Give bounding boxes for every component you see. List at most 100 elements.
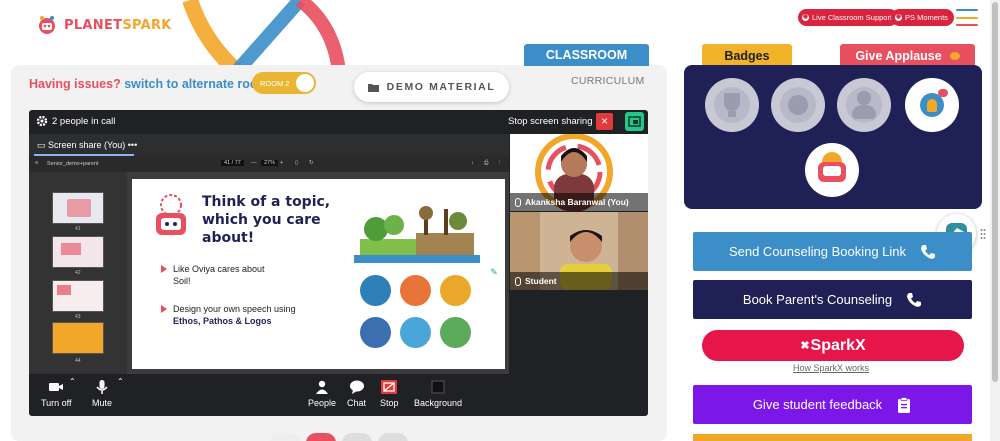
send-counseling-link-button[interactable]: Send Counseling Booking Link [693, 232, 972, 271]
topic-circle-icon [360, 275, 391, 306]
bottom-tool-button-active[interactable] [306, 433, 336, 441]
pdf-page-indicator: 41 / 77 [221, 160, 244, 166]
thumbnail-number: 41 [75, 226, 81, 232]
next-action-button[interactable] [693, 434, 972, 441]
tab-badges[interactable]: Badges [702, 44, 792, 72]
stop-sharing-label: Stop screen sharing [508, 116, 593, 127]
applause-label: Give Applause [855, 48, 942, 63]
screen-share-tab[interactable]: ▭ Screen share (You) ••• [29, 134, 509, 156]
bullet-1-text: Like Oviya cares about Soil! [173, 264, 265, 286]
topic-circle-icon [400, 275, 431, 306]
thumbnail-page[interactable] [52, 322, 104, 354]
background-icon [431, 380, 445, 394]
bullet-arrow-icon [161, 305, 167, 313]
stop-present-icon [381, 380, 398, 394]
slide-bullet-1: Like Oviya cares about Soil! [161, 263, 283, 287]
send-counseling-label: Send Counseling Booking Link [728, 244, 907, 259]
sparkx-logo-icon: ✖ [800, 340, 810, 352]
mic-icon [515, 197, 521, 207]
badge-thinker[interactable] [837, 78, 891, 132]
pdf-viewer: ≡ Senior_demo+parent 41 / 77 — 27% + ▯ ↻… [29, 156, 509, 374]
thumbnail-number: 44 [75, 358, 81, 364]
bottom-tool-button[interactable] [270, 433, 300, 441]
gear-icon[interactable] [36, 115, 48, 127]
tab-give-applause[interactable]: Give Applause [840, 44, 975, 67]
more-icon[interactable]: ••• [128, 140, 137, 150]
mic-options-chevron-icon[interactable]: ⌃ [117, 377, 124, 386]
stop-share-button[interactable]: Stop [380, 380, 399, 408]
badge-idea[interactable] [905, 78, 959, 132]
camera-toggle-button[interactable]: Turn off [41, 380, 72, 408]
phone-icon [921, 244, 936, 259]
people-button[interactable]: People [308, 380, 336, 408]
demo-material-label: DEMO MATERIAL [386, 81, 496, 93]
background-button[interactable]: Background [414, 380, 462, 408]
bullet-2-text: Design your own speech using [173, 304, 296, 314]
participant-tile-teacher[interactable]: Akanksha Baranwal (You) [510, 134, 648, 211]
thumbnail-page[interactable] [52, 236, 104, 268]
topic-circle-icon [440, 275, 471, 306]
thumbnail-page[interactable] [52, 192, 104, 224]
turn-off-label: Turn off [41, 398, 72, 408]
how-sparkx-works-link[interactable]: How SparkX works [793, 363, 869, 373]
mic-icon [515, 276, 521, 286]
thinker-badge-icon [846, 87, 882, 123]
screen-share-label: ▭ Screen share (You) ••• [37, 140, 137, 151]
share-screen-button[interactable] [625, 112, 644, 131]
tab-classroom[interactable]: CLASSROOM [524, 44, 649, 66]
viewer-side-icon[interactable]: ✎ [486, 264, 502, 280]
demo-material-button[interactable]: DEMO MATERIAL [354, 72, 509, 102]
sparkx-label: SparkX [810, 336, 866, 354]
pdf-menu-icon[interactable]: ≡ [35, 160, 38, 166]
robot-mascot-icon [156, 194, 186, 235]
chat-button[interactable]: Chat [347, 380, 366, 408]
pdf-print-icon[interactable]: ⎙ [484, 160, 488, 167]
pdf-download-icon[interactable]: ↓ [471, 160, 474, 166]
book-parent-counseling-button[interactable]: Book Parent's Counseling [693, 280, 972, 319]
room-toggle-label: ROOM 2 [260, 78, 290, 88]
badge-trophy[interactable] [705, 78, 759, 132]
slide-title: Think of a topic, which you care about! [202, 194, 331, 246]
participant-tile-student[interactable]: Student [510, 212, 648, 290]
issue-label: Having issues? [29, 77, 121, 91]
stop-sharing-close-button[interactable]: × [596, 113, 613, 130]
bottom-tool-button[interactable] [378, 433, 408, 441]
slide-bullet-2: Design your own speech using Ethos, Path… [161, 303, 313, 327]
room-toggle[interactable]: ROOM 2 [252, 72, 316, 94]
page-scrollbar[interactable] [990, 0, 1000, 441]
live-classroom-support-button[interactable]: ◉ Live Classroom Support [798, 9, 899, 26]
mute-button[interactable]: Mute [92, 380, 112, 408]
speaker-badge-icon [780, 87, 816, 123]
camera-options-chevron-icon[interactable]: ⌃ [69, 377, 76, 386]
drag-handle-icon[interactable] [980, 228, 986, 240]
badge-speaker[interactable] [771, 78, 825, 132]
pdf-rotate-icon[interactable]: ↻ [309, 160, 314, 166]
ps-moments-button[interactable]: ◉ PS Moments [891, 9, 954, 26]
robot-icon [39, 16, 55, 34]
pdf-fit-icon[interactable]: ▯ [295, 160, 298, 166]
sparkx-button[interactable]: ✖ SparkX [702, 330, 964, 361]
give-student-feedback-button[interactable]: Give student feedback [693, 385, 972, 424]
badge-robot[interactable] [805, 143, 859, 197]
topic-circle-icon [400, 317, 431, 348]
switch-room-link[interactable]: switch to alternate room [124, 77, 268, 91]
clipboard-icon [898, 396, 911, 413]
pdf-doc-name: Senior_demo+parent [47, 161, 99, 167]
folder-icon [367, 83, 379, 92]
planetspark-logo[interactable]: PLANETSPARK [36, 14, 172, 36]
scrollbar-thumb[interactable] [992, 2, 998, 382]
badges-label: Badges [724, 48, 770, 63]
pdf-more-icon[interactable]: ⋮ [497, 160, 503, 166]
pdf-zoom-in-icon[interactable]: + [280, 160, 283, 166]
thumbnail-page[interactable] [52, 280, 104, 312]
teacher-name-bar: Akanksha Baranwal (You) [510, 193, 648, 211]
camera-icon: ◉ [895, 14, 902, 21]
pdf-zoom-level: 27% [261, 160, 279, 166]
badges-panel [684, 65, 982, 209]
ps-moments-label: PS Moments [905, 13, 948, 22]
menu-icon[interactable] [956, 9, 978, 26]
pdf-zoom-out-icon[interactable]: — [251, 160, 257, 166]
tab-curriculum[interactable]: CURRICULUM [571, 75, 645, 87]
bottom-tool-button[interactable] [342, 433, 372, 441]
background-label: Background [414, 398, 463, 408]
